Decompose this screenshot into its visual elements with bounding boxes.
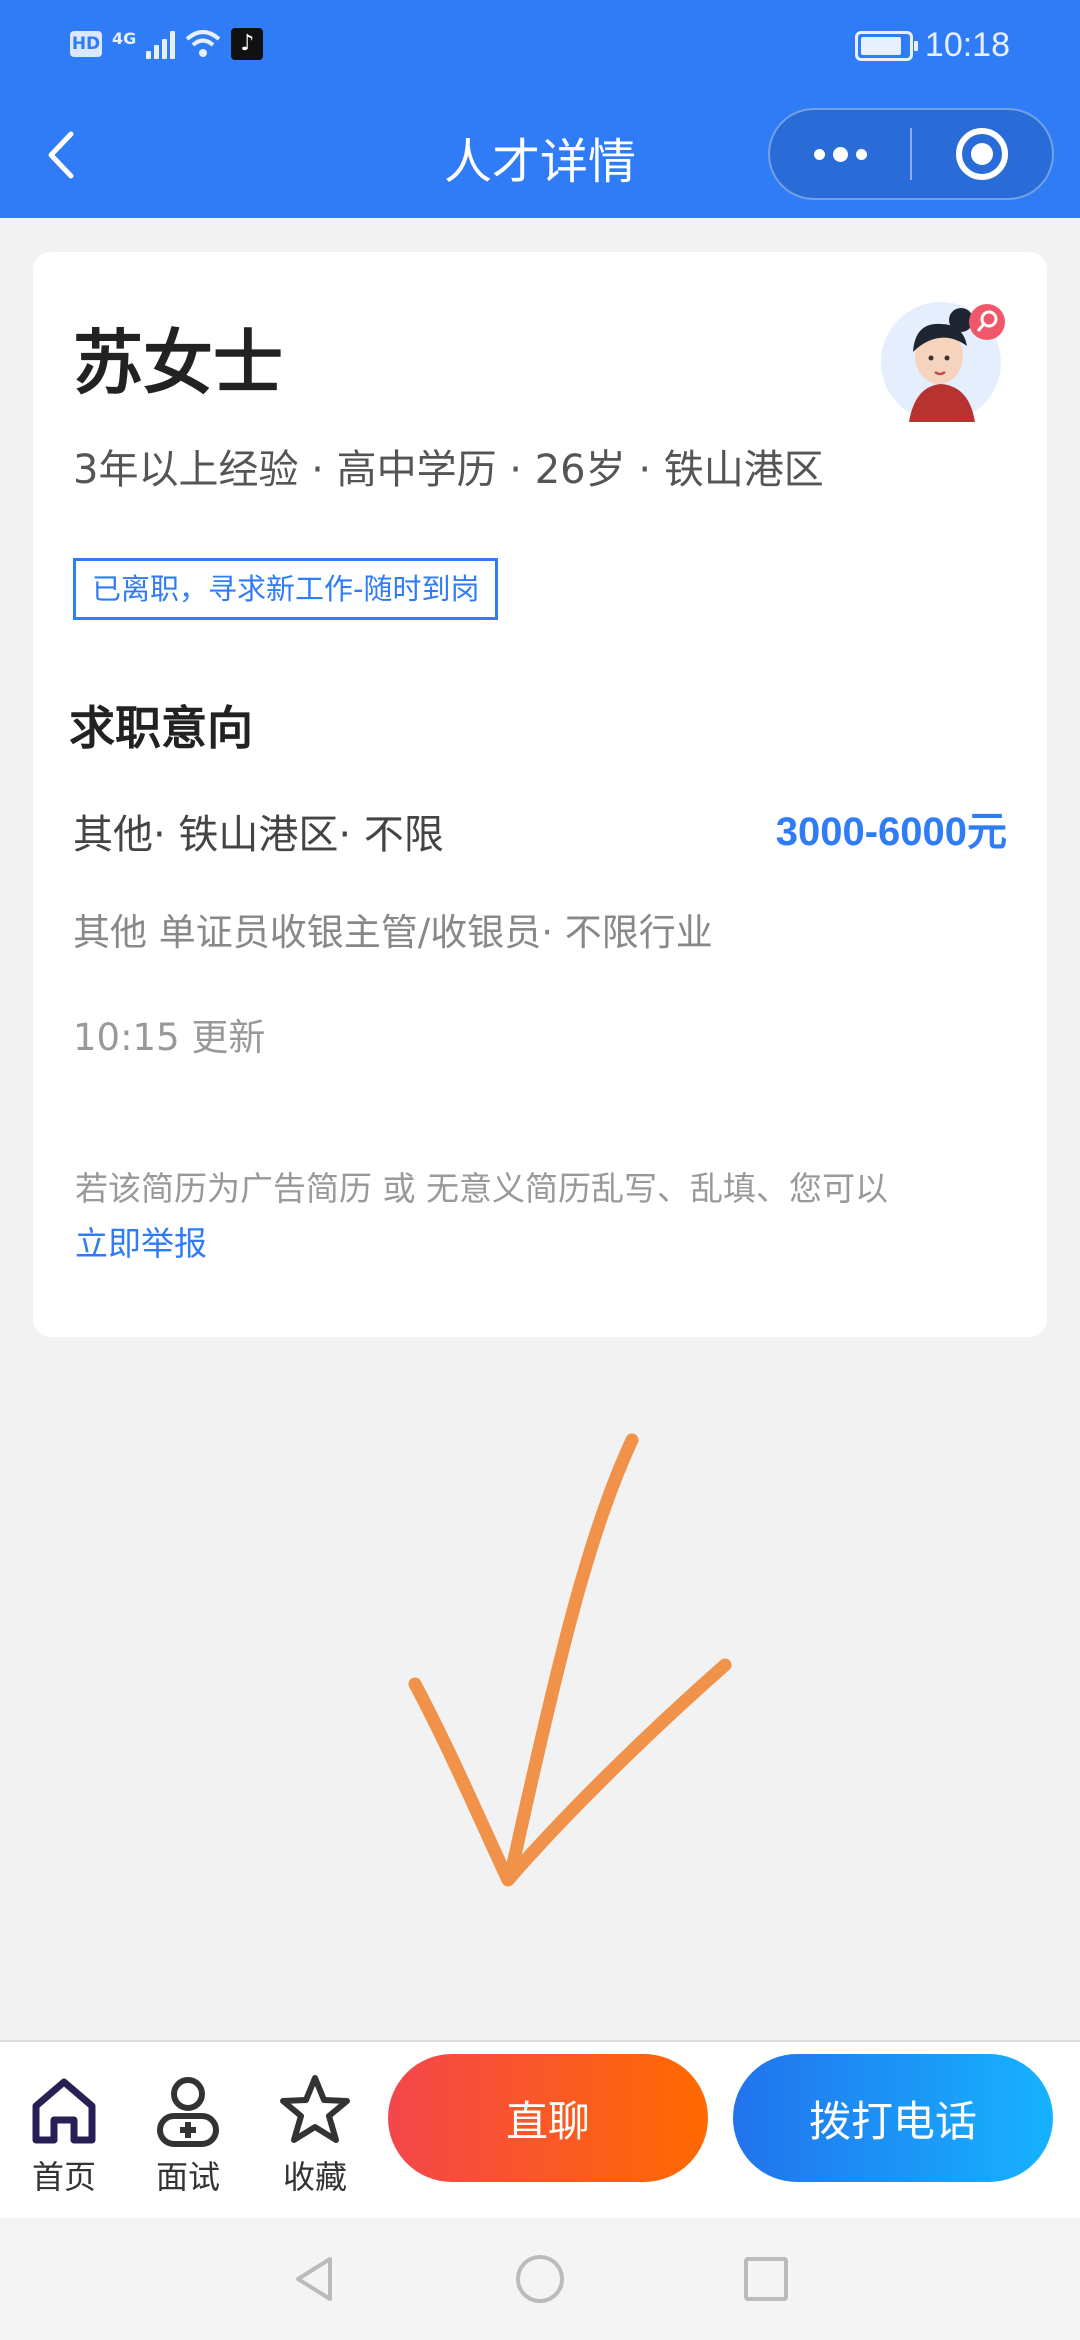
desired-positions: 其他 单证员收银主管/收银员· 不限行业 <box>73 911 713 954</box>
status-time: 10:18 <box>924 26 1010 64</box>
miniprogram-capsule <box>768 108 1054 200</box>
job-intent: 其他· 铁山港区· 不限 <box>73 812 444 858</box>
tab-home[interactable]: 首页 <box>14 2070 114 2198</box>
system-navigation-bar <box>0 2218 1080 2340</box>
top-bar: HD 4G ♪ 10:18 人才详情 <box>0 0 1080 218</box>
tab-interview-label: 面试 <box>155 2158 220 2196</box>
bottom-action-bar: 首页 面试 收藏 直聊 拨打电话 <box>0 2040 1080 2218</box>
tab-favorites-label: 收藏 <box>282 2158 347 2196</box>
hd-badge: HD <box>70 31 102 57</box>
home-icon <box>32 2078 96 2144</box>
star-icon <box>280 2075 350 2143</box>
signal-icon <box>146 29 176 59</box>
updated-time: 10:15 更新 <box>73 1016 266 1059</box>
profile-card: 苏女士 3年以上经验 · 高中学历 · 26岁 · 铁山港区 已离职，寻求新工作… <box>33 252 1047 1337</box>
tiktok-icon: ♪ <box>231 28 264 60</box>
wifi-icon <box>185 30 221 57</box>
hand-drawn-arrow-annotation <box>408 1433 732 1887</box>
battery-icon <box>854 30 918 61</box>
tab-favorites[interactable]: 收藏 <box>265 2070 365 2198</box>
tab-home-label: 首页 <box>31 2158 96 2196</box>
more-dots-icon <box>813 146 867 162</box>
status-bar-left: HD 4G ♪ <box>70 28 264 60</box>
salary-range: 3000-6000元 <box>775 810 1007 854</box>
female-badge-icon <box>969 304 1005 340</box>
candidate-meta: 3年以上经验 · 高中学历 · 26岁 · 铁山港区 <box>73 447 824 493</box>
tab-interview[interactable]: 面试 <box>138 2070 238 2198</box>
candidate-name: 苏女士 <box>73 322 283 404</box>
avatar <box>881 302 1005 422</box>
direct-chat-button[interactable]: 直聊 <box>388 2054 708 2182</box>
target-icon <box>956 128 1008 180</box>
network-type-label: 4G <box>112 28 137 48</box>
section-title-job-intent: 求职意向 <box>69 701 253 755</box>
report-link[interactable]: 立即举报 <box>75 1217 207 1265</box>
close-miniprogram-button[interactable] <box>912 110 1052 198</box>
status-badge: 已离职，寻求新工作-随时到岗 <box>73 558 499 620</box>
interview-person-icon <box>157 2077 219 2147</box>
call-phone-button[interactable]: 拨打电话 <box>733 2054 1053 2182</box>
status-bar-right: 10:18 <box>854 26 1010 65</box>
more-button[interactable] <box>770 110 910 198</box>
home-circle-icon[interactable] <box>512 2251 568 2307</box>
back-triangle-icon[interactable] <box>286 2251 342 2307</box>
recents-square-icon[interactable] <box>738 2251 794 2307</box>
report-notice: 若该简历为广告简历 或 无意义简历乱写、乱填、您可以 <box>75 1169 888 1208</box>
